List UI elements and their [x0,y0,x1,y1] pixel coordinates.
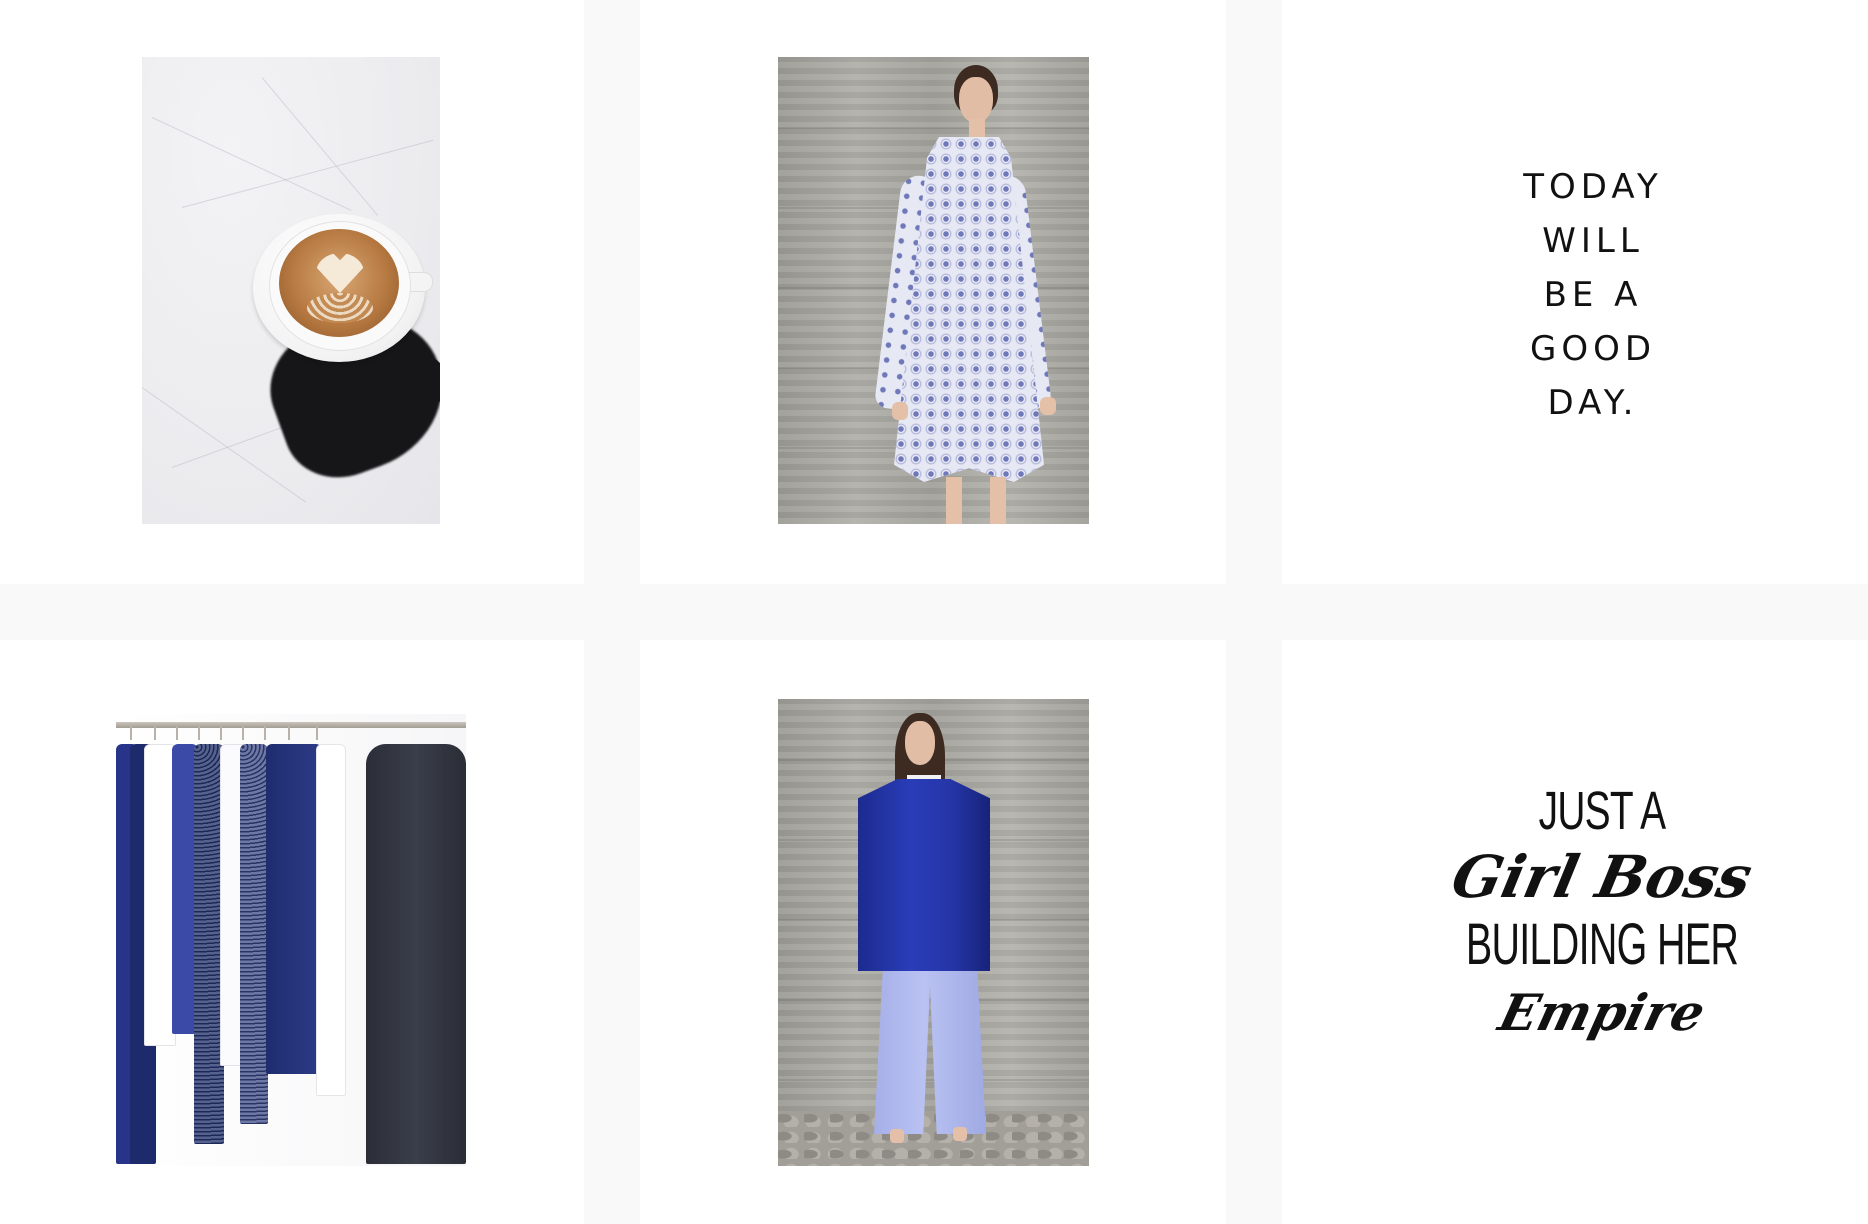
quote-line: JUST A [1538,781,1666,841]
clothing-rack-photo [116,714,466,1166]
quote-line: BUILDING HER [1465,912,1739,977]
grid-tile-coffee[interactable] [0,0,584,584]
grid-tile-clothing-rack[interactable] [0,640,584,1224]
blue-coat-model-photo [778,699,1089,1166]
quote-line: GOOD [1529,329,1657,369]
quote-line: WILL [1542,221,1644,261]
quote-line: TODAY [1523,167,1663,207]
quote-text-today: TODAY WILL BE A GOOD DAY. [1300,160,1868,430]
quote-line: BE A [1543,275,1643,315]
grid-tile-quote-today[interactable]: TODAY WILL BE A GOOD DAY. [1282,0,1868,584]
quote-line-script: Empire [1493,983,1712,1042]
coffee-photo [142,57,440,524]
grid-tile-blue-coat[interactable] [640,640,1226,1224]
grid-tile-quote-girl-boss[interactable]: JUST A Girl Boss BUILDING HER Empire [1282,640,1868,1224]
quote-line: DAY. [1547,383,1639,423]
grid-tile-dress[interactable] [640,0,1226,584]
quote-line-script: Girl Boss [1446,843,1758,911]
quote-text-girl-boss: JUST A Girl Boss BUILDING HER Empire [1309,780,1868,1048]
dress-model-photo [778,57,1089,524]
photo-grid: TODAY WILL BE A GOOD DAY. JUST A Girl Bo… [0,0,1868,1224]
